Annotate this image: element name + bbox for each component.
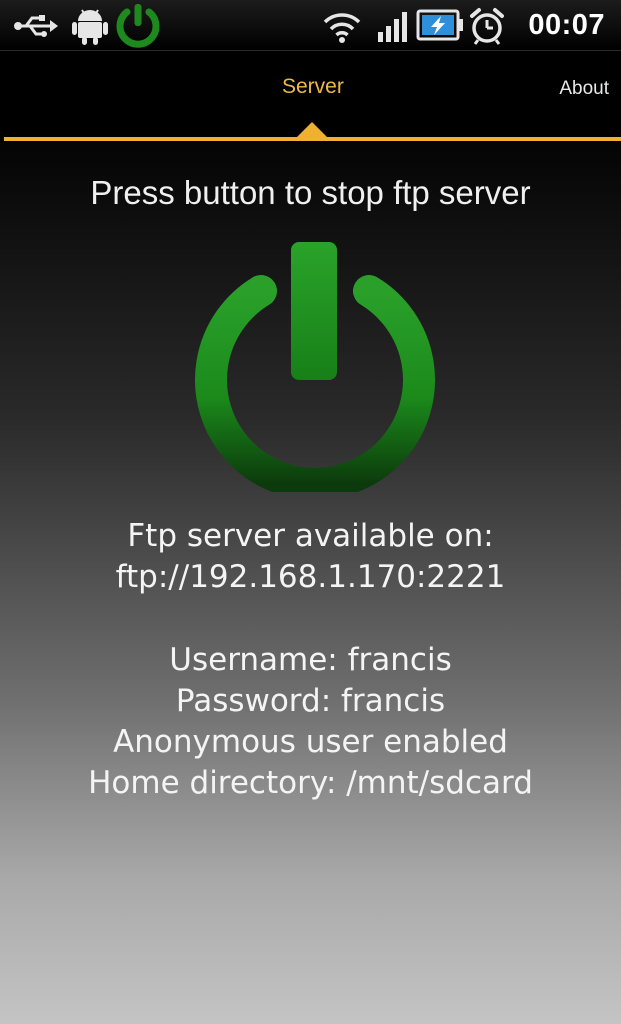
instruction-text: Press button to stop ftp server xyxy=(90,174,531,211)
username-text: Username: francis xyxy=(169,642,452,678)
status-bar: 00:07 xyxy=(0,0,621,51)
power-button[interactable] xyxy=(191,236,439,492)
android-debug-icon xyxy=(72,9,108,45)
tab-server[interactable]: Server xyxy=(282,75,344,99)
home-directory-text: Home directory: /mnt/sdcard xyxy=(88,765,533,801)
usb-icon xyxy=(14,15,58,37)
tab-indicator-line xyxy=(4,137,621,141)
server-info: Ftp server available on: ftp://192.168.1… xyxy=(0,516,621,804)
tab-about[interactable]: About xyxy=(559,78,609,100)
status-clock: 00:07 xyxy=(528,9,605,41)
server-available-label: Ftp server available on: xyxy=(127,518,494,554)
active-tab-indicator-arrow xyxy=(296,122,328,138)
power-icon xyxy=(195,242,435,492)
signal-icon xyxy=(378,12,407,42)
battery-charging-icon xyxy=(416,9,463,41)
tab-bar: Server About xyxy=(0,51,621,143)
anonymous-status-text: Anonymous user enabled xyxy=(113,724,508,760)
wifi-icon xyxy=(323,13,361,43)
screen: 00:07 Server About Press button to stop … xyxy=(0,0,621,1024)
alarm-icon xyxy=(470,8,504,45)
ftp-server-running-icon xyxy=(116,4,160,48)
server-url: ftp://192.168.1.170:2221 xyxy=(115,559,506,595)
password-text: Password: francis xyxy=(175,683,446,719)
